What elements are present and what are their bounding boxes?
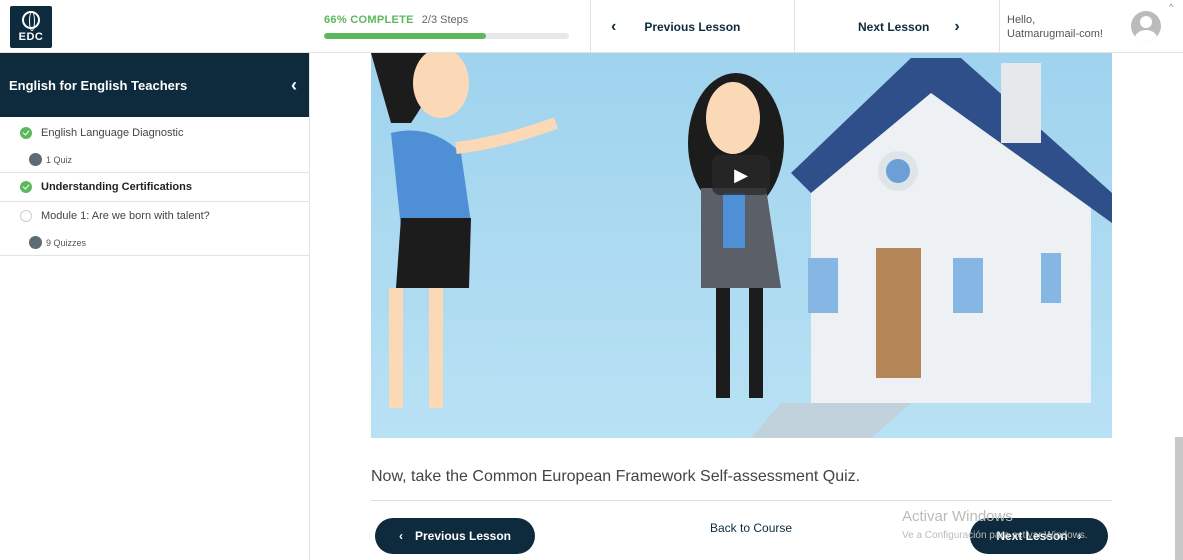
left-woman-skirt [396, 218, 471, 288]
sidebar-item-english-language-diagnostic[interactable]: English Language Diagnostic [0, 119, 309, 147]
previous-lesson-label: Previous Lesson [414, 529, 512, 543]
round-window-glass [886, 159, 910, 183]
sidebar-subitem-label: 1 Quiz [46, 154, 73, 165]
left-woman-face [413, 53, 469, 118]
right-woman-leg [716, 288, 730, 398]
lesson-caption: Now, take the Common European Framework … [371, 468, 861, 485]
sidebar-subitem-quizzes[interactable]: 9 Quizzes [0, 230, 309, 256]
chimney [1001, 63, 1041, 143]
top-bar: EDC 66% COMPLETE 2/3 Steps ‹ Previous Les… [0, 0, 1183, 53]
right-woman-face [706, 82, 760, 154]
top-previous-lesson-label: Previous Lesson [644, 19, 741, 34]
top-next-lesson-label: Next Lesson [858, 19, 930, 34]
sidebar-item-label: Understanding Certifications [41, 181, 192, 193]
sidebar-subitem-quiz[interactable]: 1 Quiz [0, 147, 309, 173]
edc-logo[interactable]: EDC [10, 6, 52, 48]
chevron-right-icon: › [954, 17, 960, 35]
sidebar-item-understanding-certifications[interactable]: Understanding Certifications [0, 173, 309, 202]
greeting-text: Hello, [1007, 14, 1036, 26]
sidebar-item-module-1[interactable]: Module 1: Are we born with talent? [0, 202, 309, 230]
logo-text: EDC [18, 31, 44, 43]
house-shadow [751, 403, 911, 438]
house-window-side [1041, 253, 1061, 303]
check-circle-icon [20, 181, 32, 193]
quiz-dot-icon [29, 236, 42, 249]
top-previous-lesson-button[interactable]: ‹ Previous Lesson [590, 0, 794, 53]
progress-percent: 66% COMPLETE [324, 14, 414, 26]
collapse-sidebar-icon[interactable]: ‹ [291, 75, 297, 96]
video-play-button[interactable]: ▶ [712, 155, 770, 195]
right-woman-top [723, 193, 745, 248]
course-sidebar: English for English Teachers ‹ English L… [0, 53, 310, 560]
user-greeting[interactable]: Hello, Uatmarugmail-com! [1007, 13, 1103, 41]
user-avatar-icon[interactable] [1131, 11, 1161, 41]
left-woman-arm [455, 117, 559, 154]
sidebar-subitem-label: 9 Quizzes [46, 237, 87, 248]
sidebar-item-label: Module 1: Are we born with talent? [41, 210, 210, 222]
top-next-lesson-button[interactable]: Next Lesson › [794, 0, 999, 53]
course-title: English for English Teachers [9, 77, 188, 93]
left-woman-leg [429, 288, 443, 408]
back-to-course-link[interactable]: Back to Course [710, 521, 792, 535]
course-progress: 66% COMPLETE 2/3 Steps [324, 10, 569, 39]
lesson-video[interactable] [371, 53, 1112, 438]
content-divider [371, 500, 1112, 501]
right-woman-leg [749, 288, 763, 398]
scrollbar-thumb[interactable] [1175, 437, 1183, 560]
sidebar-header: English for English Teachers ‹ [0, 53, 309, 117]
check-circle-icon [20, 127, 32, 139]
previous-lesson-button[interactable]: ‹ Previous Lesson [375, 518, 535, 554]
windows-activation-watermark: Activar Windows [902, 508, 1013, 525]
empty-circle-icon [20, 210, 32, 222]
house-window-left [808, 258, 838, 313]
video-frame-illustration [371, 53, 1112, 438]
play-icon: ▶ [734, 164, 748, 185]
windows-activation-hint: Ve a Configuración para activar Windows. [902, 530, 1088, 541]
house-window-right [953, 258, 983, 313]
divider [999, 0, 1000, 53]
chevron-left-icon: ‹ [611, 17, 617, 35]
quiz-dot-icon [29, 153, 42, 166]
sidebar-item-label: English Language Diagnostic [41, 127, 184, 139]
progress-bar-fill [324, 33, 486, 39]
user-name: Uatmarugmail-com! [1007, 28, 1103, 40]
progress-steps: 2/3 Steps [421, 14, 469, 26]
globe-icon [22, 11, 40, 31]
chevron-left-icon: ‹ [398, 529, 403, 543]
caret-up-icon[interactable]: ^ [1169, 2, 1173, 12]
left-woman-leg [389, 288, 403, 408]
house-door [876, 248, 921, 378]
progress-bar [324, 33, 569, 39]
